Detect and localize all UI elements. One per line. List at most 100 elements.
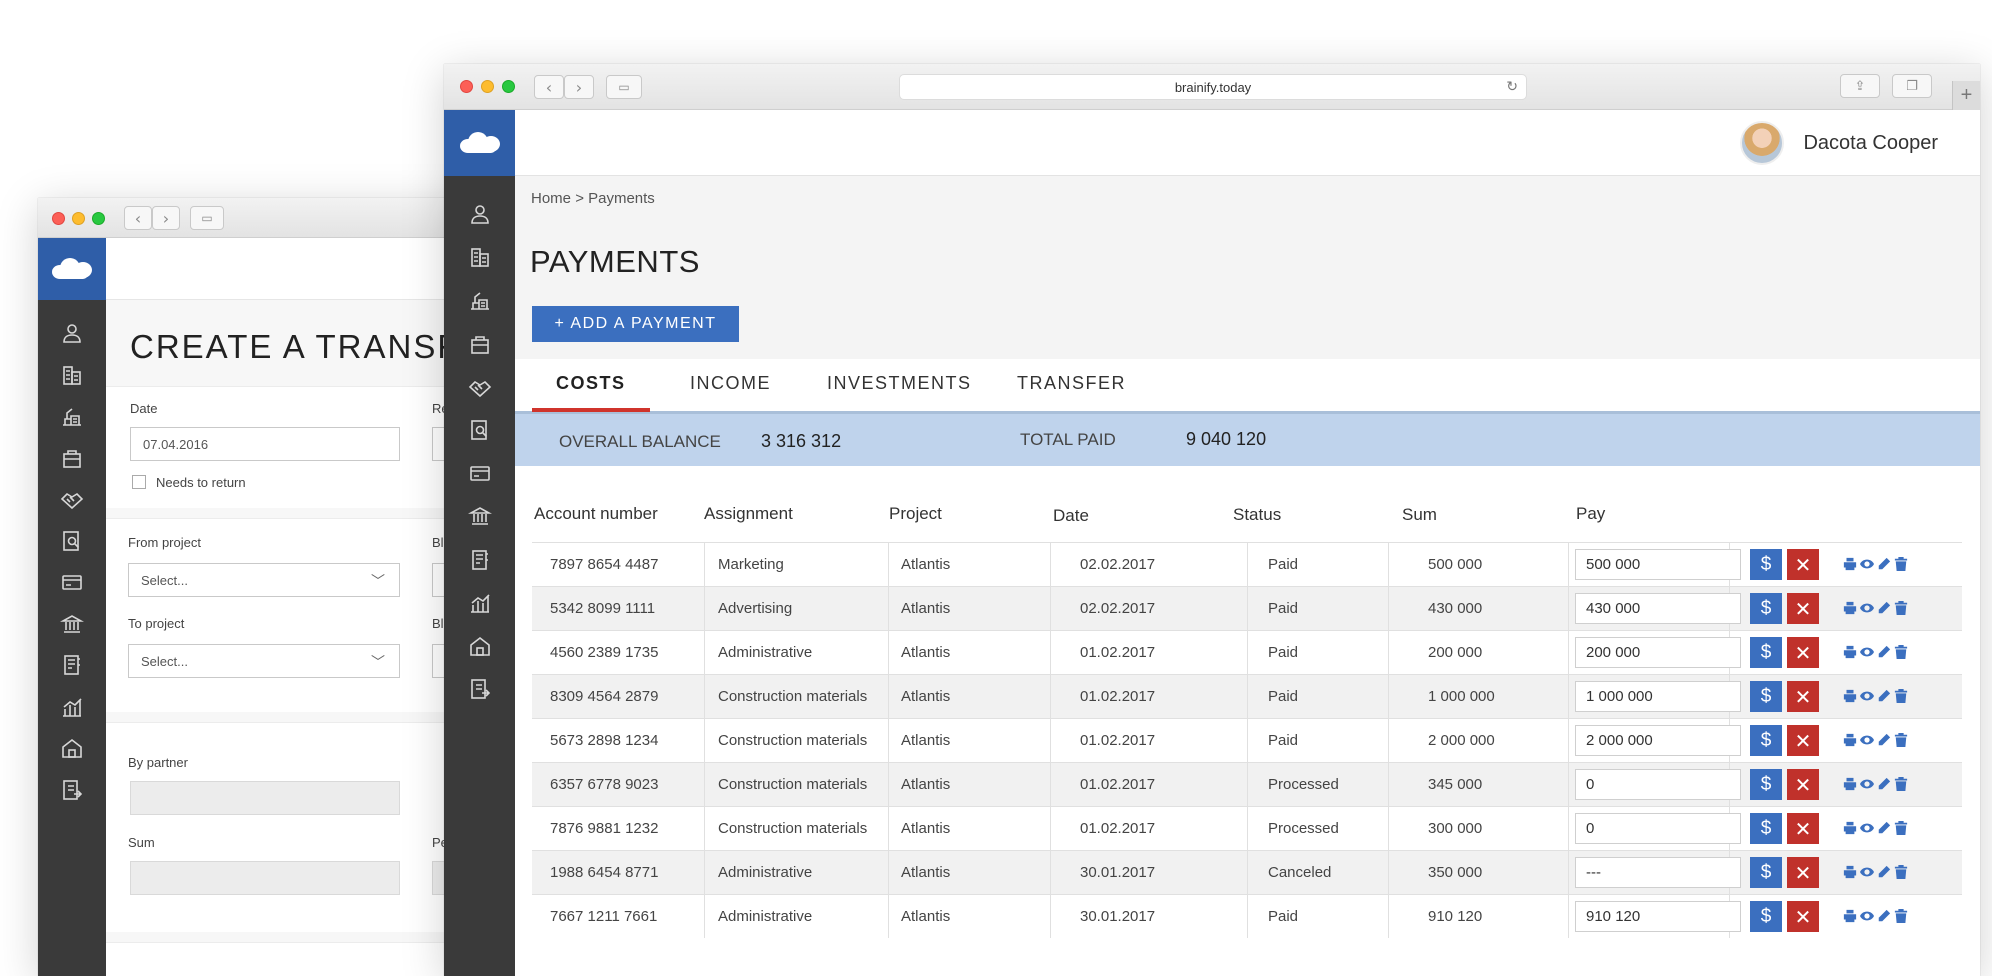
delete-icon[interactable]: [1893, 687, 1908, 704]
delete-icon[interactable]: [1893, 599, 1908, 616]
bank-icon[interactable]: [466, 502, 494, 530]
date-field[interactable]: 07.04.2016: [130, 427, 400, 461]
view-icon[interactable]: [1859, 731, 1874, 748]
column-header-account[interactable]: Account number: [534, 504, 658, 524]
breadcrumb-home-link[interactable]: Home: [531, 190, 571, 207]
pay-button[interactable]: $: [1750, 681, 1782, 712]
share-button[interactable]: ⇪: [1840, 74, 1880, 98]
print-icon[interactable]: [1842, 643, 1857, 660]
edit-icon[interactable]: [1876, 731, 1891, 748]
column-header-pay[interactable]: Pay: [1576, 504, 1605, 524]
house-icon[interactable]: [59, 735, 85, 761]
pay-amount-input[interactable]: 0: [1575, 769, 1741, 800]
app-logo[interactable]: [444, 110, 515, 176]
back-nav-button[interactable]: ‹: [124, 206, 152, 230]
print-icon[interactable]: [1842, 731, 1857, 748]
from-project-select[interactable]: Select... ﹀: [128, 563, 400, 597]
avatar[interactable]: [1740, 121, 1784, 165]
pay-amount-input[interactable]: 910 120: [1575, 901, 1741, 932]
edit-icon[interactable]: [1876, 687, 1891, 704]
minimize-window-button[interactable]: [481, 80, 494, 93]
view-icon[interactable]: [1859, 643, 1874, 660]
back-logo[interactable]: [38, 238, 106, 300]
cancel-payment-button[interactable]: ✕: [1787, 593, 1819, 624]
cancel-payment-button[interactable]: ✕: [1787, 769, 1819, 800]
pay-amount-input[interactable]: 1 000 000: [1575, 681, 1741, 712]
delete-icon[interactable]: [1893, 731, 1908, 748]
notebook-icon[interactable]: [59, 652, 85, 678]
view-icon[interactable]: [1859, 863, 1874, 880]
pay-amount-input[interactable]: 0: [1575, 813, 1741, 844]
box-icon[interactable]: [59, 445, 85, 471]
print-icon[interactable]: [1842, 863, 1857, 880]
print-icon[interactable]: [1842, 555, 1857, 572]
chart-icon[interactable]: [59, 694, 85, 720]
view-icon[interactable]: [1859, 775, 1874, 792]
card-icon[interactable]: [59, 569, 85, 595]
needs-to-return-checkbox[interactable]: [132, 475, 146, 489]
notebook-icon[interactable]: [466, 546, 494, 574]
pay-button[interactable]: $: [1750, 813, 1782, 844]
forward-nav-button[interactable]: ›: [564, 75, 594, 99]
print-icon[interactable]: [1842, 599, 1857, 616]
pay-button[interactable]: $: [1750, 769, 1782, 800]
forward-nav-button[interactable]: ›: [152, 206, 180, 230]
edit-icon[interactable]: [1876, 599, 1891, 616]
handshake-icon[interactable]: [59, 486, 85, 512]
export-icon[interactable]: [59, 777, 85, 803]
pay-amount-input[interactable]: 2 000 000: [1575, 725, 1741, 756]
edit-icon[interactable]: [1876, 819, 1891, 836]
view-icon[interactable]: [1859, 555, 1874, 572]
construction-icon[interactable]: [59, 403, 85, 429]
bank-icon[interactable]: [59, 611, 85, 637]
pay-amount-input[interactable]: ---: [1575, 857, 1741, 888]
add-payment-button[interactable]: + ADD A PAYMENT: [532, 306, 739, 342]
minimize-window-button[interactable]: [72, 212, 85, 225]
edit-icon[interactable]: [1876, 555, 1891, 572]
delete-icon[interactable]: [1893, 907, 1908, 924]
column-header-status[interactable]: Status: [1233, 505, 1281, 525]
sidebar-toggle-button[interactable]: ▭: [190, 206, 224, 230]
pay-button[interactable]: $: [1750, 593, 1782, 624]
cancel-payment-button[interactable]: ✕: [1787, 549, 1819, 580]
pay-amount-input[interactable]: 430 000: [1575, 593, 1741, 624]
view-icon[interactable]: [1859, 687, 1874, 704]
print-icon[interactable]: [1842, 819, 1857, 836]
user-icon[interactable]: [466, 200, 494, 228]
back-nav-button[interactable]: ‹: [534, 75, 564, 99]
delete-icon[interactable]: [1893, 819, 1908, 836]
tab-costs[interactable]: COSTS: [532, 373, 650, 412]
pay-button[interactable]: $: [1750, 857, 1782, 888]
zoom-window-button[interactable]: [502, 80, 515, 93]
document-search-icon[interactable]: [59, 528, 85, 554]
close-window-button[interactable]: [460, 80, 473, 93]
chart-icon[interactable]: [466, 589, 494, 617]
construction-icon[interactable]: [466, 286, 494, 314]
sum-field[interactable]: [130, 861, 400, 895]
print-icon[interactable]: [1842, 687, 1857, 704]
edit-icon[interactable]: [1876, 863, 1891, 880]
sidebar-toggle-button[interactable]: ▭: [606, 75, 642, 99]
box-icon[interactable]: [466, 330, 494, 358]
card-icon[interactable]: [466, 459, 494, 487]
column-header-date[interactable]: Date: [1053, 506, 1089, 526]
zoom-window-button[interactable]: [92, 212, 105, 225]
delete-icon[interactable]: [1893, 555, 1908, 572]
column-header-project[interactable]: Project: [889, 504, 942, 524]
address-bar[interactable]: brainify.today ↻: [899, 74, 1527, 100]
edit-icon[interactable]: [1876, 643, 1891, 660]
pay-button[interactable]: $: [1750, 549, 1782, 580]
pay-button[interactable]: $: [1750, 637, 1782, 668]
cancel-payment-button[interactable]: ✕: [1787, 725, 1819, 756]
cancel-payment-button[interactable]: ✕: [1787, 681, 1819, 712]
edit-icon[interactable]: [1876, 775, 1891, 792]
by-partner-field[interactable]: [130, 781, 400, 815]
user-icon[interactable]: [59, 320, 85, 346]
export-icon[interactable]: [466, 675, 494, 703]
pay-button[interactable]: $: [1750, 901, 1782, 932]
column-header-sum[interactable]: Sum: [1402, 505, 1437, 525]
house-icon[interactable]: [466, 632, 494, 660]
buildings-icon[interactable]: [466, 243, 494, 271]
delete-icon[interactable]: [1893, 775, 1908, 792]
user-name[interactable]: Dacota Cooper: [1803, 132, 1938, 155]
